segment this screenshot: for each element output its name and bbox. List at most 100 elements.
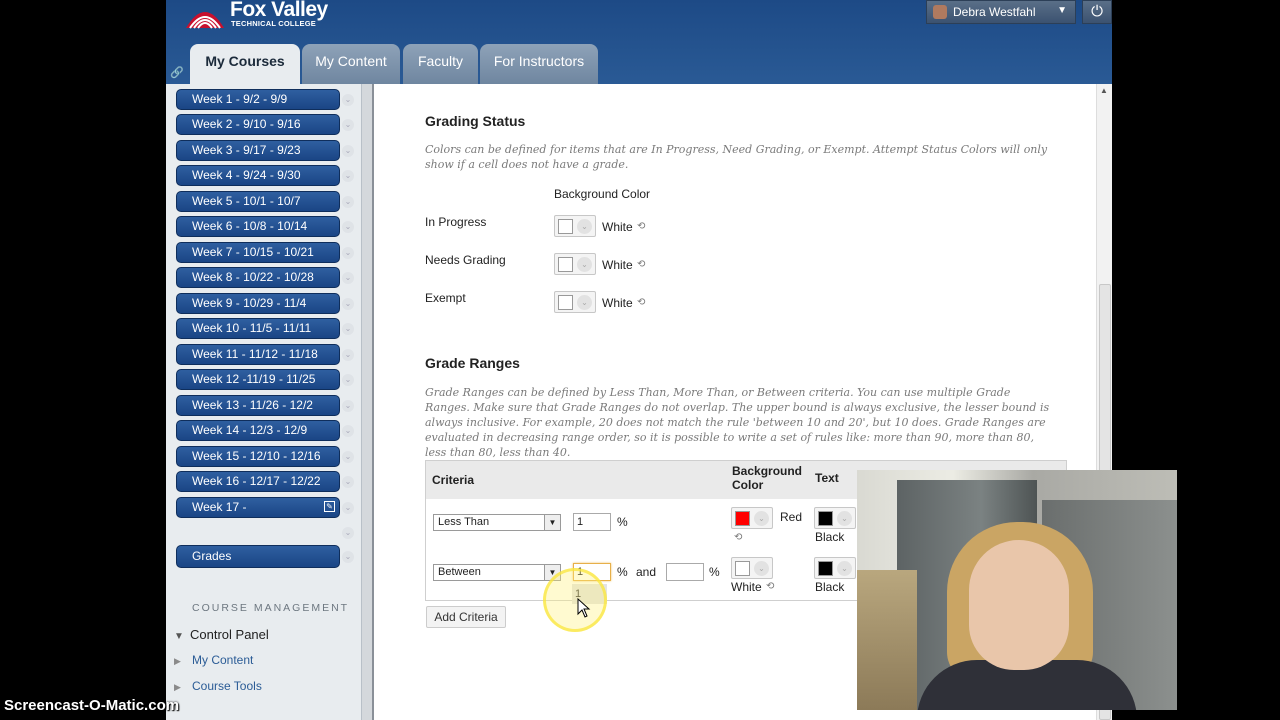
chevron-down-icon[interactable]: ⌄ bbox=[342, 196, 354, 208]
menu-item-week-17[interactable]: Week 17 - ✎ bbox=[176, 497, 340, 518]
exempt-color-picker[interactable]: ⌄ bbox=[554, 291, 596, 313]
tab-my-content[interactable]: My Content bbox=[302, 44, 400, 84]
chevron-down-icon[interactable]: ⌄ bbox=[342, 349, 354, 361]
color-swatch bbox=[818, 561, 833, 576]
chevron-down-icon: ⌄ bbox=[754, 511, 769, 526]
triangle-right-icon: ▶ bbox=[174, 656, 181, 666]
menu-item-week-1[interactable]: Week 1 - 9/2 - 9/9 bbox=[176, 89, 340, 110]
chevron-down-icon[interactable]: ⌄ bbox=[342, 170, 354, 182]
menu-item-week-14[interactable]: Week 14 - 12/3 - 12/9 bbox=[176, 420, 340, 441]
chevron-down-icon[interactable]: ⌄ bbox=[342, 94, 354, 106]
chevron-down-icon[interactable]: ⌄ bbox=[342, 551, 354, 563]
power-icon[interactable]: ⏻ bbox=[1082, 0, 1112, 24]
text-color-picker[interactable]: ⌄ bbox=[814, 507, 856, 529]
chevron-down-icon[interactable]: ⌄ bbox=[342, 323, 354, 335]
chevron-down-icon[interactable]: ⌄ bbox=[342, 298, 354, 310]
sidebar-collapse-bar[interactable] bbox=[362, 84, 372, 720]
chevron-down-icon[interactable]: ⌄ bbox=[342, 247, 354, 259]
cp-item-my-content[interactable]: ▶ My Content bbox=[174, 653, 253, 667]
recorder-watermark: Screencast-O-Matic.com bbox=[4, 697, 180, 714]
color-swatch bbox=[558, 295, 573, 310]
reset-icon[interactable]: ⟲ bbox=[637, 221, 645, 232]
menu-item-week-8[interactable]: Week 8 - 10/22 - 10/28 bbox=[176, 267, 340, 288]
criteria-select[interactable]: Less Than ▼ bbox=[433, 514, 561, 531]
menu-item-week-16[interactable]: Week 16 - 12/17 - 12/22 bbox=[176, 471, 340, 492]
reset-icon[interactable]: ⟲ bbox=[637, 259, 645, 270]
criteria-select-value: Between bbox=[438, 566, 481, 578]
tab-faculty[interactable]: Faculty bbox=[403, 44, 478, 84]
bg-color-picker[interactable]: ⌄ bbox=[731, 507, 773, 529]
menu-item-week-7[interactable]: Week 7 - 10/15 - 10/21 bbox=[176, 242, 340, 263]
chevron-down-icon[interactable]: ⌄ bbox=[342, 400, 354, 412]
menu-item-week-11[interactable]: Week 11 - 11/12 - 11/18 bbox=[176, 344, 340, 365]
chevron-down-icon: ⌄ bbox=[754, 561, 769, 576]
chevron-down-icon: ⌄ bbox=[837, 561, 852, 576]
menu-item-week-4[interactable]: Week 4 - 9/24 - 9/30 bbox=[176, 165, 340, 186]
chevron-down-icon[interactable]: ⌄ bbox=[342, 119, 354, 131]
reset-icon[interactable]: ⟲ bbox=[734, 532, 742, 543]
chevron-down-icon: ⌄ bbox=[577, 257, 592, 272]
header: Fox Valley TECHNICAL COLLEGE Debra Westf… bbox=[166, 0, 1112, 84]
menu-item-week-6[interactable]: Week 6 - 10/8 - 10/14 bbox=[176, 216, 340, 237]
menu-item-week-9[interactable]: Week 9 - 10/29 - 11/4 bbox=[176, 293, 340, 314]
reset-icon[interactable]: ⟲ bbox=[766, 581, 774, 592]
bg-color-picker[interactable]: ⌄ bbox=[731, 557, 773, 579]
user-name: Debra Westfahl bbox=[953, 5, 1036, 19]
chevron-down-icon[interactable]: ⌄ bbox=[342, 451, 354, 463]
link-icon[interactable]: 🔗 bbox=[170, 66, 184, 79]
menu-item-week-15[interactable]: Week 15 - 12/10 - 12/16 bbox=[176, 446, 340, 467]
chevron-down-icon[interactable]: ⌄ bbox=[342, 476, 354, 488]
triangle-right-icon: ▶ bbox=[174, 682, 181, 692]
chevron-down-icon: ⌄ bbox=[577, 295, 592, 310]
logo[interactable]: Fox Valley TECHNICAL COLLEGE bbox=[184, 0, 334, 34]
color-swatch bbox=[558, 219, 573, 234]
cp-item-course-tools[interactable]: ▶ Course Tools bbox=[174, 679, 262, 693]
tab-for-instructors[interactable]: For Instructors bbox=[480, 44, 598, 84]
menu-item-week-3[interactable]: Week 3 - 9/17 - 9/23 bbox=[176, 140, 340, 161]
needs-grading-color-picker[interactable]: ⌄ bbox=[554, 253, 596, 275]
bg-color-name: White bbox=[731, 580, 762, 594]
menu-item-grades[interactable]: Grades bbox=[176, 545, 340, 568]
control-panel-toggle[interactable]: ▼ Control Panel bbox=[174, 627, 269, 642]
cp-item-label: My Content bbox=[192, 653, 254, 667]
tab-my-courses[interactable]: My Courses bbox=[190, 44, 300, 84]
chevron-down-icon[interactable]: ⌄ bbox=[342, 374, 354, 386]
logo-mark-icon bbox=[186, 12, 224, 29]
chevron-down-icon[interactable]: ⌄ bbox=[342, 221, 354, 233]
mouse-pointer-icon bbox=[577, 598, 591, 618]
percent-label: % bbox=[709, 565, 720, 579]
value-input[interactable]: 1 bbox=[573, 513, 611, 531]
in-progress-label: In Progress bbox=[425, 215, 487, 229]
in-progress-color-picker[interactable]: ⌄ bbox=[554, 215, 596, 237]
avatar bbox=[933, 5, 947, 19]
in-progress-color-name: White bbox=[602, 220, 633, 234]
menu-item-week-13[interactable]: Week 13 - 11/26 - 12/2 bbox=[176, 395, 340, 416]
chevron-down-icon[interactable]: ⌄ bbox=[342, 272, 354, 284]
criteria-select[interactable]: Between ▼ bbox=[433, 564, 561, 581]
menu-item-week-5[interactable]: Week 5 - 10/1 - 10/7 bbox=[176, 191, 340, 212]
text-color-picker[interactable]: ⌄ bbox=[814, 557, 856, 579]
exempt-label: Exempt bbox=[425, 291, 466, 305]
color-swatch bbox=[735, 561, 750, 576]
chevron-down-icon[interactable]: ⌄ bbox=[342, 145, 354, 157]
grade-ranges-help: Grade Ranges can be defined by Less Than… bbox=[425, 386, 1050, 459]
menu-item-week-2[interactable]: Week 2 - 9/10 - 9/16 bbox=[176, 114, 340, 135]
menu-item-week-12[interactable]: Week 12 -11/19 - 11/25 bbox=[176, 369, 340, 390]
course-management-heading: COURSE MANAGEMENT bbox=[192, 602, 350, 614]
upper-bound-input[interactable] bbox=[666, 563, 704, 581]
text-color-name: Black bbox=[815, 530, 845, 544]
chevron-down-icon[interactable]: ⌄ bbox=[342, 425, 354, 437]
add-criteria-button[interactable]: Add Criteria bbox=[426, 606, 506, 628]
chevron-down-icon[interactable]: ⌄ bbox=[342, 502, 354, 514]
chevron-down-icon[interactable]: ⌄ bbox=[342, 527, 354, 539]
scroll-up-icon[interactable]: ▲ bbox=[1100, 86, 1108, 95]
screen: Fox Valley TECHNICAL COLLEGE Debra Westf… bbox=[0, 0, 1280, 720]
edit-icon[interactable]: ✎ bbox=[324, 501, 335, 512]
criteria-column-header: Criteria bbox=[432, 473, 475, 487]
reset-icon[interactable]: ⟲ bbox=[637, 297, 645, 308]
menu-item-week-10[interactable]: Week 10 - 11/5 - 11/11 bbox=[176, 318, 340, 339]
triangle-down-icon: ▼ bbox=[174, 631, 184, 642]
grade-ranges-heading: Grade Ranges bbox=[425, 355, 520, 371]
user-menu[interactable]: Debra Westfahl ▼ bbox=[926, 0, 1076, 24]
bg-column-header-line2: Color bbox=[732, 478, 764, 492]
